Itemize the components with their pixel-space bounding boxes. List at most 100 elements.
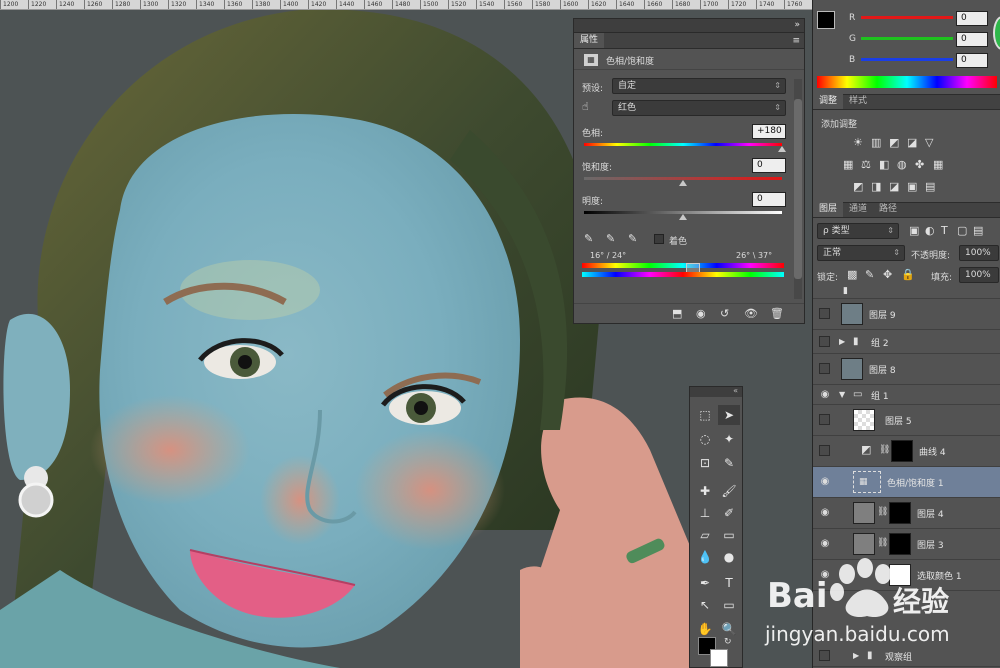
swap-colors-icon[interactable]: ↻ xyxy=(724,637,732,647)
posterize-icon[interactable]: ◨ xyxy=(871,181,881,193)
eye-icon[interactable]: ◉ xyxy=(819,538,831,550)
b-input[interactable]: 0 xyxy=(956,53,988,68)
layer-row[interactable]: 图层 9 xyxy=(813,299,1000,330)
visibility-icon[interactable]: 👁 xyxy=(744,308,758,320)
collapse-arrow-icon[interactable]: ▼ xyxy=(839,389,845,401)
healing-brush-tool-icon[interactable]: ✚ xyxy=(694,481,716,501)
chain-link-icon[interactable]: ⛓ xyxy=(877,537,888,549)
layer-mask-thumbnail[interactable] xyxy=(889,533,911,555)
b-slider[interactable] xyxy=(861,58,953,61)
tab-adjustments[interactable]: 调整 xyxy=(813,94,844,109)
lightness-slider-thumb[interactable] xyxy=(679,214,687,220)
lock-position-icon[interactable]: ✥ xyxy=(883,269,892,281)
r-input[interactable]: 0 xyxy=(956,11,988,26)
tools-panel[interactable]: « ⬚ ➤ ◌ ✦ ⊡ ✎ ✚ 🖌 ⊥ ✐ ▱ ▭ 💧 ● ✒ T ↖ ▭ ✋ … xyxy=(689,386,743,668)
visibility-toggle[interactable] xyxy=(819,445,830,456)
channel-mixer-icon[interactable]: ✤ xyxy=(915,159,924,171)
dodge-tool-icon[interactable]: ● xyxy=(718,547,740,567)
selective-color-icon[interactable]: ▣ xyxy=(907,181,917,193)
exposure-icon[interactable]: ◪ xyxy=(907,137,917,149)
layer-row-selected[interactable]: ◉ ▦ 色相/饱和度 1 xyxy=(813,467,1000,498)
magic-wand-tool-icon[interactable]: ✦ xyxy=(718,429,740,449)
marquee-tool-icon[interactable]: ⬚ xyxy=(694,405,716,425)
hand-tool-icon[interactable]: ✋ xyxy=(694,619,716,639)
color-lookup-icon[interactable]: ▦ xyxy=(933,159,943,171)
history-brush-tool-icon[interactable]: ✐ xyxy=(718,503,740,523)
tools-header[interactable]: « xyxy=(690,386,742,397)
properties-panel-header[interactable]: » xyxy=(574,19,804,33)
tab-properties[interactable]: 属性 xyxy=(574,33,605,48)
color-panel[interactable]: R 0 G 0 B 0 xyxy=(813,0,1000,92)
layer-row[interactable]: ◉ ▼ ▭ 组 1 xyxy=(813,385,1000,405)
color-fg-swatch[interactable] xyxy=(817,11,835,29)
invert-icon[interactable]: ◩ xyxy=(853,181,863,193)
gradient-map-icon[interactable]: ▤ xyxy=(925,181,935,193)
brightness-icon[interactable]: ☀ xyxy=(853,137,863,149)
filter-type-icon[interactable]: T xyxy=(941,225,948,237)
panel-collapse-icon[interactable]: » xyxy=(794,19,800,31)
tab-paths[interactable]: 路径 xyxy=(873,202,903,217)
photo-filter-icon[interactable]: ◍ xyxy=(897,159,907,171)
filter-smart-icon[interactable]: ▤ xyxy=(973,225,983,237)
layer-mask-thumbnail[interactable] xyxy=(889,502,911,524)
layer-row-partial[interactable]: ▮ xyxy=(813,285,1000,299)
g-slider[interactable] xyxy=(861,37,953,40)
eye-icon[interactable]: ◉ xyxy=(819,476,831,488)
visibility-toggle[interactable] xyxy=(819,308,830,319)
layer-row[interactable]: 图层 8 xyxy=(813,354,1000,385)
eye-icon[interactable]: ◉ xyxy=(819,507,831,519)
color-spectrum-ramp[interactable] xyxy=(817,76,997,88)
saturation-input[interactable]: 0 xyxy=(752,158,786,173)
zoom-tool-icon[interactable]: 🔍 xyxy=(718,619,740,639)
visibility-toggle[interactable] xyxy=(819,363,830,374)
levels-icon[interactable]: ▥ xyxy=(871,137,881,149)
hue-sat-adjust-icon[interactable]: ▦ xyxy=(843,159,853,171)
colorize-checkbox[interactable] xyxy=(654,234,664,244)
reset-icon[interactable]: ↺ xyxy=(720,308,729,320)
threshold-icon[interactable]: ◪ xyxy=(889,181,899,193)
eyedropper-minus-icon[interactable]: ✎ xyxy=(628,233,637,245)
layer-row[interactable]: ▶ ▮ 组 2 xyxy=(813,330,1000,354)
blend-mode-dropdown[interactable]: 正常 ⇕ xyxy=(817,245,905,261)
hue-slider-thumb[interactable] xyxy=(778,146,786,152)
panel-menu-icon[interactable]: ≡ xyxy=(792,35,800,47)
pen-tool-icon[interactable]: ✒ xyxy=(694,573,716,593)
blur-tool-icon[interactable]: 💧 xyxy=(694,547,716,567)
properties-scrollbar[interactable] xyxy=(794,79,802,299)
tools-collapse-icon[interactable]: « xyxy=(733,386,738,395)
filter-shape-icon[interactable]: ▢ xyxy=(957,225,967,237)
eraser-tool-icon[interactable]: ▱ xyxy=(694,525,716,545)
expand-arrow-icon[interactable]: ▶ xyxy=(839,336,845,348)
clone-stamp-tool-icon[interactable]: ⊥ xyxy=(694,503,716,523)
r-slider[interactable] xyxy=(861,16,953,19)
layer-filter-dropdown[interactable]: ρ 类型 ⇕ xyxy=(817,223,899,239)
color-balance-icon[interactable]: ⚖ xyxy=(861,159,871,171)
crop-tool-icon[interactable]: ⊡ xyxy=(694,453,716,473)
layer-mask-thumbnail[interactable] xyxy=(891,440,913,462)
channel-dropdown[interactable]: 红色 ⇕ xyxy=(612,100,786,116)
color-wheel-icon[interactable] xyxy=(993,16,1000,50)
vibrance-icon[interactable]: ▽ xyxy=(925,137,933,149)
view-previous-icon[interactable]: ◉ xyxy=(696,308,706,320)
black-white-icon[interactable]: ◧ xyxy=(879,159,889,171)
lock-transparent-icon[interactable]: ▩ xyxy=(847,269,857,281)
eyedropper-tool-icon[interactable]: ✎ xyxy=(718,453,740,473)
filter-adjustment-icon[interactable]: ◐ xyxy=(925,225,935,237)
trash-icon[interactable]: 🗑 xyxy=(770,308,784,320)
layer-row[interactable]: ◩ ⛓ 曲线 4 xyxy=(813,436,1000,467)
hue-slider-track[interactable] xyxy=(584,143,782,146)
saturation-slider-thumb[interactable] xyxy=(679,180,687,186)
type-tool-icon[interactable]: T xyxy=(718,573,740,593)
background-color-swatch[interactable] xyxy=(710,649,728,667)
rectangle-tool-icon[interactable]: ▭ xyxy=(718,595,740,615)
adjustments-panel[interactable]: 调整 样式 添加调整 ☀ ▥ ◩ ◪ ▽ ▦ ⚖ ◧ ◍ ✤ ▦ ◩ ◨ ◪ ▣… xyxy=(813,94,1000,200)
gradient-tool-icon[interactable]: ▭ xyxy=(718,525,740,545)
hand-target-icon[interactable]: ☝ xyxy=(582,101,589,113)
lightness-input[interactable]: 0 xyxy=(752,192,786,207)
chain-link-icon[interactable]: ⛓ xyxy=(879,444,890,456)
path-selection-tool-icon[interactable]: ↖ xyxy=(694,595,716,615)
filter-pixel-icon[interactable]: ▣ xyxy=(909,225,919,237)
lasso-tool-icon[interactable]: ◌ xyxy=(694,429,716,449)
preset-dropdown[interactable]: 自定 ⇕ xyxy=(612,78,786,94)
layer-row[interactable]: 图层 5 xyxy=(813,405,1000,436)
